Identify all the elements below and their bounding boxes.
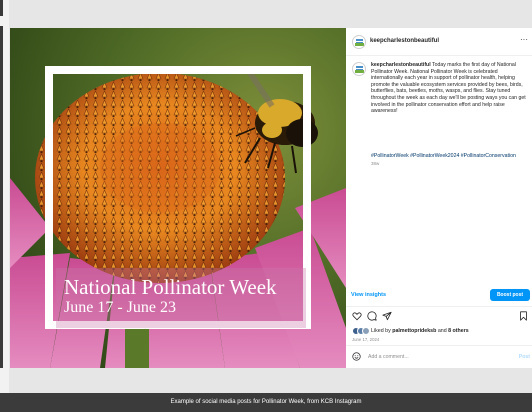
post-age: 38w <box>371 161 380 166</box>
hashtags[interactable]: #PollinatorWeek #PollinatorWeek2024 #Pol… <box>371 153 531 160</box>
liked-mid: and <box>436 328 449 334</box>
post-date: June 17, 2024 <box>352 337 380 342</box>
divider <box>346 345 532 346</box>
post-side-panel: keepcharlestonbeautiful ··· keepcharlest… <box>346 28 532 368</box>
caption-username[interactable]: keepcharlestonbeautiful <box>371 62 431 68</box>
liked-prefix: Liked by <box>371 328 393 334</box>
avatar[interactable] <box>352 35 366 49</box>
post-dates: June 17 - June 23 <box>64 299 176 316</box>
left-edge-strip <box>0 0 9 412</box>
liker-avatar[interactable] <box>362 327 370 335</box>
post-caption: keepcharlestonbeautiful Today marks the … <box>371 62 527 115</box>
post-username[interactable]: keepcharlestonbeautiful <box>370 38 439 44</box>
boost-post-button[interactable]: Boost post <box>490 289 530 301</box>
view-insights-link[interactable]: View insights <box>351 292 386 298</box>
liked-user[interactable]: palmettoprideksb <box>392 328 436 334</box>
comment-icon[interactable] <box>367 311 377 321</box>
left-edge-bar <box>0 0 3 16</box>
caption-avatar[interactable] <box>352 62 366 76</box>
liked-by-text: Liked by palmettoprideksb and 8 others <box>371 328 469 334</box>
post-headline: National Pollinator Week <box>64 275 277 299</box>
figure-caption: Example of social media posts for Pollin… <box>170 399 362 405</box>
emoji-icon[interactable] <box>352 352 361 361</box>
post-comment-button[interactable]: Post <box>519 354 530 360</box>
heart-icon[interactable] <box>352 311 362 321</box>
bookmark-icon[interactable] <box>519 311 528 321</box>
post-headline-box: National Pollinator Week June 17 - June … <box>56 268 306 328</box>
more-options-icon[interactable]: ··· <box>520 35 528 44</box>
share-icon[interactable] <box>382 311 392 321</box>
caption-text: Today marks the first day of National Po… <box>371 62 526 115</box>
liked-others[interactable]: 8 others <box>448 328 469 334</box>
comment-input[interactable]: Add a comment... <box>368 354 409 360</box>
figure-caption-bar: Example of social media posts for Pollin… <box>0 393 532 412</box>
post-image[interactable]: National Pollinator Week June 17 - June … <box>10 28 346 368</box>
left-edge-bar <box>0 26 3 368</box>
screenshot-stage: National Pollinator Week June 17 - June … <box>0 0 532 412</box>
divider <box>346 306 532 307</box>
post-header: keepcharlestonbeautiful ··· <box>346 28 532 56</box>
